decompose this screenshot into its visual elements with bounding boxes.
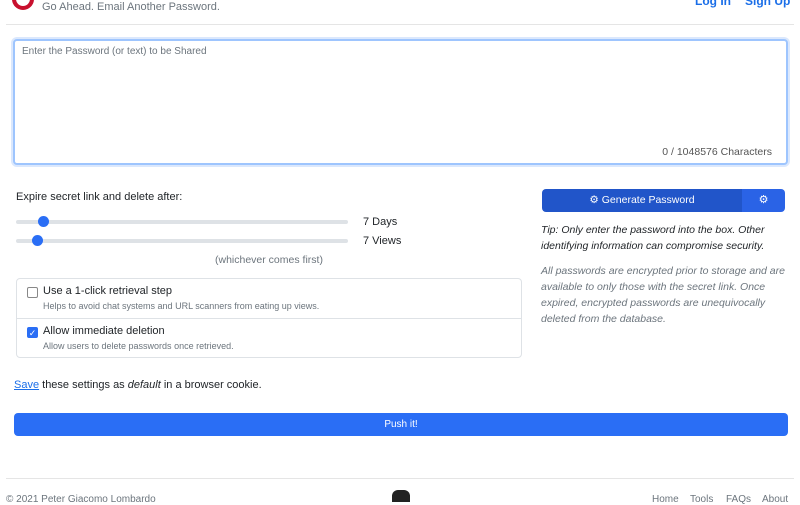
days-slider-thumb[interactable]: [38, 216, 50, 227]
signup-link[interactable]: Sign Up: [745, 0, 790, 8]
generator-settings-button[interactable]: ⚙: [742, 189, 785, 212]
generate-password-button[interactable]: ⚙ Generate Password: [542, 189, 742, 212]
tagline: Go Ahead. Email Another Password.: [42, 1, 220, 13]
tip-text: Tip: Only enter the password into the bo…: [541, 224, 765, 252]
save-text: in a browser cookie.: [160, 379, 262, 391]
option-desc: Helps to avoid chat systems and URL scan…: [43, 301, 320, 311]
option-title: Allow immediate deletion: [43, 325, 165, 337]
info-text: All passwords are encrypted prior to sto…: [541, 265, 785, 325]
views-value: 7 Views: [363, 235, 402, 247]
logo[interactable]: [12, 0, 34, 10]
divider: [6, 24, 794, 25]
days-value: 7 Days: [363, 216, 398, 228]
generate-label: Generate Password: [601, 194, 695, 206]
save-text: these settings as: [39, 379, 128, 391]
days-slider[interactable]: [16, 216, 348, 227]
footer-divider: [6, 478, 794, 479]
option-immediate-deletion[interactable]: ✓ Allow immediate deletion Allow users t…: [17, 319, 521, 359]
option-retrieval-step[interactable]: Use a 1-click retrieval step Helps to av…: [17, 279, 521, 319]
push-button[interactable]: Push it!: [14, 413, 788, 436]
views-slider-thumb[interactable]: [32, 235, 44, 246]
option-title: Use a 1-click retrieval step: [43, 285, 172, 297]
expire-label: Expire secret link and delete after:: [16, 191, 183, 203]
save-settings-line: Save these settings as default in a brow…: [14, 379, 262, 391]
immediate-deletion-checkbox[interactable]: ✓: [27, 327, 38, 338]
character-count: 0 / 1048576 Characters: [662, 146, 772, 158]
views-slider[interactable]: [16, 235, 348, 246]
options-list: Use a 1-click retrieval step Helps to av…: [16, 278, 522, 358]
expire-note: (whichever comes first): [215, 254, 323, 266]
retrieval-step-checkbox[interactable]: [27, 287, 38, 298]
save-link[interactable]: Save: [14, 379, 39, 391]
option-desc: Allow users to delete passwords once ret…: [43, 341, 234, 351]
save-default: default: [127, 379, 161, 391]
gear-icon: ⚙: [589, 194, 602, 206]
login-link[interactable]: Log In: [695, 0, 731, 8]
gear-icon: ⚙: [758, 194, 769, 206]
footer-logo: [392, 490, 410, 502]
